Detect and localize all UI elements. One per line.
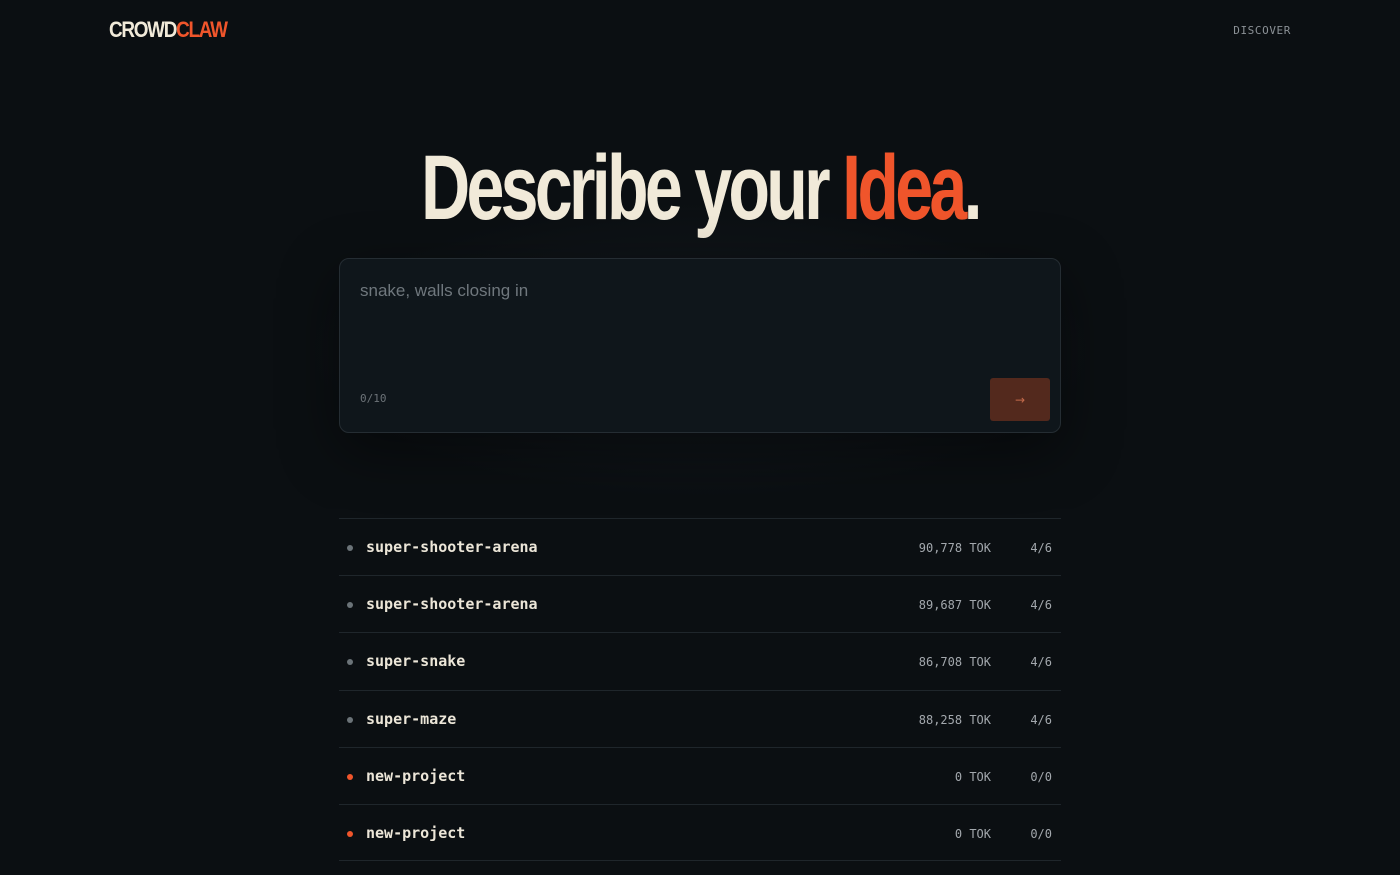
- project-progress: 4/6: [1030, 541, 1052, 555]
- project-progress: 0/0: [1030, 769, 1052, 784]
- project-token-count: 0 TOK: [954, 769, 991, 784]
- project-progress: 4/6: [1030, 655, 1052, 670]
- logo[interactable]: CROWDCLAW: [109, 17, 228, 43]
- project-row[interactable]: new-project 0 TOK 0/0: [339, 803, 1061, 862]
- idea-composer: 0/10 →: [339, 258, 1061, 433]
- top-bar: CROWDCLAW DISCOVER: [0, 0, 1400, 62]
- project-token-count: 0 TOK: [954, 826, 991, 841]
- logo-part-crowd: CROWD: [109, 17, 177, 42]
- project-name: new-project: [366, 823, 466, 842]
- project-token-count: 86,708 TOK: [918, 655, 991, 670]
- project-token-count: 89,687 TOK: [918, 598, 991, 613]
- status-dot-icon: [347, 716, 353, 723]
- project-name: new-project: [366, 766, 466, 785]
- project-name: super-shooter-arena: [366, 595, 538, 614]
- project-row[interactable]: super-snake 86,708 TOK 4/6: [339, 632, 1061, 689]
- project-name: super-maze: [366, 709, 457, 728]
- project-row[interactable]: super-shooter-arena 89,687 TOK 4/6: [339, 575, 1061, 632]
- project-row[interactable]: super-maze 88,258 TOK 4/6: [339, 689, 1061, 747]
- character-counter: 0/10: [360, 392, 387, 405]
- hero-title-lead: Describe your: [421, 137, 843, 239]
- project-name: super-shooter-arena: [366, 538, 538, 556]
- project-progress: 4/6: [1030, 712, 1052, 727]
- hero-title-accent: Idea: [842, 137, 967, 239]
- project-row[interactable]: new-project 0 TOK 0/0: [339, 746, 1061, 804]
- status-dot-icon: [347, 773, 353, 780]
- logo-part-claw: CLAW: [176, 17, 228, 42]
- status-dot-icon: [347, 659, 353, 666]
- nav-discover-link[interactable]: DISCOVER: [1233, 24, 1291, 37]
- hero-title-period: .: [963, 137, 983, 239]
- project-name: super-snake: [366, 652, 466, 671]
- project-list: super-shooter-arena 90,778 TOK 4/6 super-sh…: [339, 518, 1061, 862]
- status-dot-icon: [347, 545, 353, 551]
- project-row[interactable]: super-shooter-arena 90,778 TOK 4/6: [339, 518, 1061, 575]
- submit-button[interactable]: →: [990, 378, 1050, 421]
- project-token-count: 90,778 TOK: [918, 541, 991, 555]
- idea-input[interactable]: [360, 281, 1040, 371]
- page: CROWDCLAW DISCOVER Describe your Idea. 0…: [0, 0, 1400, 875]
- status-dot-icon: [347, 602, 353, 609]
- project-progress: 4/6: [1030, 598, 1052, 613]
- status-dot-icon: [347, 830, 353, 837]
- hero-title: Describe your Idea.: [0, 138, 1400, 238]
- project-token-count: 88,258 TOK: [918, 712, 991, 727]
- project-progress: 0/0: [1030, 826, 1052, 841]
- arrow-right-icon: →: [1014, 392, 1026, 407]
